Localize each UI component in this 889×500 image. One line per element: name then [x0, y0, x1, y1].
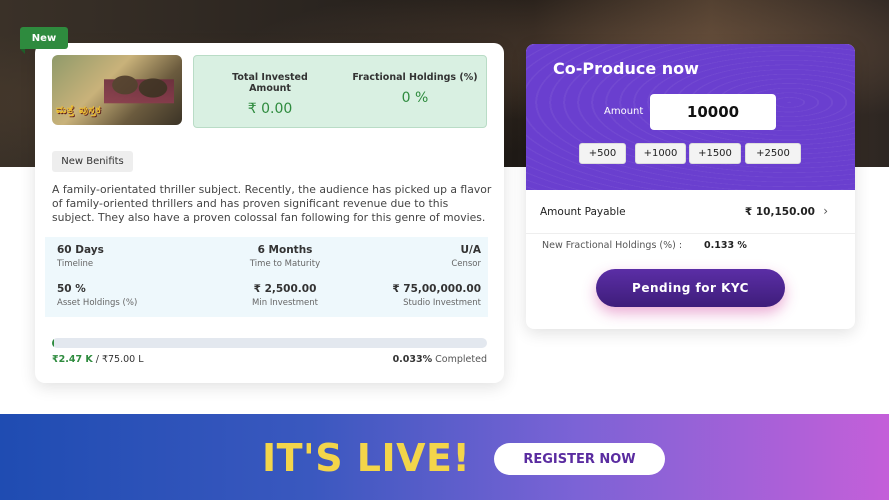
- increment-1500-button[interactable]: +1500: [689, 143, 741, 164]
- funding-progress-bar: [52, 338, 487, 348]
- movie-poster[interactable]: ಮತ್ತೆ ಪುಸ್ತಕ: [52, 55, 182, 125]
- min-investment-cell: ₹ 2,500.00 Min Investment: [225, 283, 345, 308]
- its-live-text: IT'S LIVE!: [262, 436, 471, 480]
- amount-input[interactable]: [650, 94, 776, 130]
- pending-kyc-button[interactable]: Pending for KYC: [596, 269, 785, 307]
- amount-payable-row[interactable]: Amount Payable ₹ 10,150.00 ›: [526, 190, 855, 234]
- total-invested-label: Total Invested Amount: [232, 72, 308, 94]
- completed-status: 0.033% Completed: [393, 354, 487, 365]
- raised-total: / ₹75.00 L: [95, 354, 144, 365]
- timeline-value: 60 Days: [57, 244, 104, 256]
- new-holdings-label: New Fractional Holdings (%) :: [542, 240, 683, 251]
- studio-investment-cell: ₹ 75,00,000.00 Studio Investment: [392, 283, 481, 308]
- increment-2500-button[interactable]: +2500: [745, 143, 801, 164]
- maturity-value: 6 Months: [257, 244, 313, 256]
- timeline-cell: 60 Days Timeline: [57, 244, 104, 269]
- asset-label: Asset Holdings (%): [57, 298, 138, 308]
- completed-percent: 0.033%: [392, 354, 433, 365]
- funding-progress-fill: [52, 338, 54, 348]
- min-investment-label: Min Investment: [252, 298, 318, 308]
- total-invested: Total Invested Amount ₹ 0.00: [210, 72, 330, 117]
- new-benefits-chip[interactable]: New Benifits: [52, 151, 133, 172]
- total-invested-value: ₹ 0.00: [247, 101, 293, 117]
- maturity-label: Time to Maturity: [249, 259, 321, 269]
- investment-stats: Total Invested Amount ₹ 0.00 Fractional …: [193, 55, 487, 128]
- poster-title-art: ಮತ್ತೆ ಪುಸ್ತಕ: [56, 103, 102, 116]
- new-tag: New: [20, 27, 68, 54]
- censor-cell: U/A Censor: [451, 244, 481, 269]
- amount-payable-label: Amount Payable: [540, 206, 626, 218]
- amount-payable-value: ₹ 10,150.00: [744, 206, 815, 218]
- raised-value: ₹2.47 K: [52, 354, 93, 365]
- project-card: ಮತ್ತೆ ಪುಸ್ತಕ Total Invested Amount ₹ 0.0…: [35, 43, 504, 383]
- amount-label: Amount: [604, 106, 644, 117]
- register-now-button[interactable]: REGISTER NOW: [494, 443, 665, 475]
- chevron-right-icon[interactable]: ›: [823, 204, 828, 218]
- coproduce-title: Co-Produce now: [553, 59, 699, 78]
- increment-500-button[interactable]: +500: [579, 143, 626, 164]
- timeline-label: Timeline: [57, 259, 94, 269]
- live-banner: IT'S LIVE! REGISTER NOW: [0, 414, 889, 500]
- coproduce-card: Co-Produce now Amount +500 +1000 +1500 +…: [526, 44, 855, 329]
- project-info-grid: 60 Days Timeline 6 Months Time to Maturi…: [45, 237, 488, 317]
- raised-amount: ₹2.47 K / ₹75.00 L: [52, 354, 144, 365]
- censor-value: U/A: [460, 244, 482, 256]
- increment-1000-button[interactable]: +1000: [635, 143, 686, 164]
- completed-label: Completed: [435, 354, 487, 365]
- coproduce-panel: Co-Produce now Amount +500 +1000 +1500 +…: [526, 44, 855, 190]
- studio-investment-label: Studio Investment: [403, 298, 481, 308]
- new-holdings-value: 0.133 %: [704, 240, 747, 251]
- fractional-holdings-value: 0 %: [401, 90, 429, 106]
- poster-people-image: [104, 61, 174, 121]
- project-description: A family-orientated thriller subject. Re…: [52, 183, 492, 224]
- fractional-holdings-label: Fractional Holdings (%): [352, 72, 478, 83]
- min-investment-value: ₹ 2,500.00: [253, 283, 317, 295]
- asset-value: 50 %: [57, 283, 86, 295]
- studio-investment-value: ₹ 75,00,000.00: [392, 283, 481, 295]
- censor-label: Censor: [451, 259, 481, 269]
- maturity-cell: 6 Months Time to Maturity: [225, 244, 345, 269]
- asset-cell: 50 % Asset Holdings (%): [57, 283, 137, 308]
- fractional-holdings: Fractional Holdings (%) 0 %: [352, 72, 478, 106]
